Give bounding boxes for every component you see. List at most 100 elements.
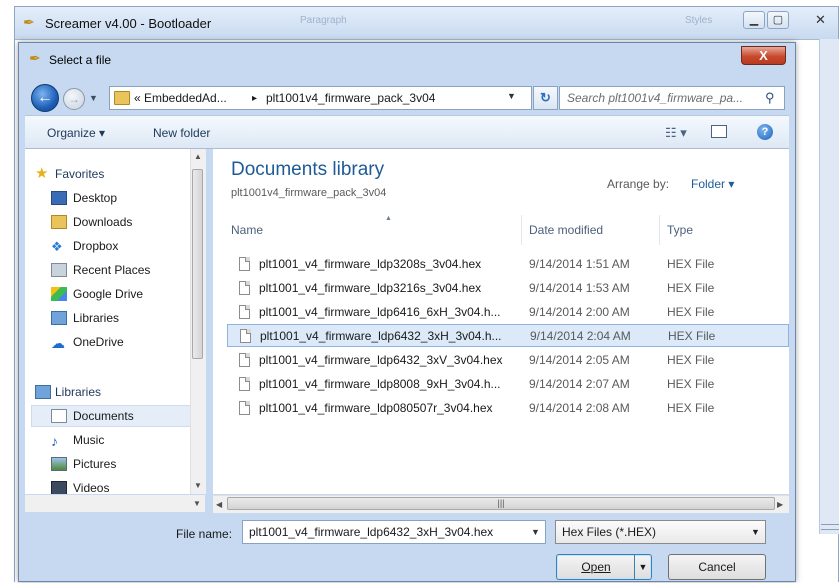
file-icon <box>240 329 251 343</box>
dialog-title: Select a file <box>49 53 112 67</box>
scroll-left-icon[interactable]: ◀ <box>216 500 222 509</box>
address-bar[interactable]: « EmbeddedAd... ▸ plt1001v4_firmware_pac… <box>109 86 532 110</box>
nav-label: Dropbox <box>73 239 119 253</box>
nav-libraries[interactable]: Libraries <box>25 381 205 403</box>
file-row[interactable]: plt1001_v4_firmware_ldp6416_6xH_3v04.h..… <box>227 301 789 324</box>
nav-item-google-drive[interactable]: Google Drive <box>25 283 205 305</box>
file-type: HEX File <box>667 281 715 295</box>
cancel-button[interactable]: Cancel <box>668 554 766 580</box>
file-type: HEX File <box>667 377 715 391</box>
divider <box>821 529 839 530</box>
breadcrumb-parent[interactable]: « EmbeddedAd... <box>134 91 227 105</box>
recent-locations-dropdown[interactable]: ▼ <box>89 93 98 103</box>
nav-item-recent-places[interactable]: Recent Places <box>25 259 205 281</box>
nav-scrollbar-thumb[interactable] <box>192 169 203 359</box>
file-row-selected[interactable]: plt1001_v4_firmware_ldp6432_3xH_3v04.h..… <box>227 324 789 347</box>
desktop-icon <box>51 191 67 205</box>
chevron-down-icon[interactable]: ▼ <box>507 91 516 101</box>
nav-item-desktop[interactable]: Desktop <box>25 187 205 209</box>
navigation-pane: ★ Favorites Desktop Downloads ❖ Dropbox … <box>25 149 206 494</box>
breadcrumb-current[interactable]: plt1001v4_firmware_pack_3v04 <box>266 91 435 105</box>
arrange-by-dropdown[interactable]: Folder ▾ <box>691 177 734 191</box>
search-icon[interactable]: ⚲ <box>765 90 775 106</box>
file-icon <box>239 353 250 367</box>
nav-item-onedrive[interactable]: ☁ OneDrive <box>25 331 205 353</box>
app-title: Screamer v4.00 - Bootloader <box>45 16 212 31</box>
nav-item-dropbox[interactable]: ❖ Dropbox <box>25 235 205 257</box>
preview-pane-icon[interactable] <box>711 125 727 138</box>
nav-item-downloads[interactable]: Downloads <box>25 211 205 233</box>
file-row[interactable]: plt1001_v4_firmware_ldp3208s_3v04.hex 9/… <box>227 253 789 276</box>
nav-item-videos[interactable]: Videos <box>25 477 205 494</box>
file-type-filter-select[interactable]: Hex Files (*.HEX) ▼ <box>555 520 766 544</box>
organize-button[interactable]: Organize ▾ <box>47 126 105 140</box>
dialog-close-button[interactable]: X <box>741 46 786 65</box>
file-date: 9/14/2014 2:05 AM <box>529 353 630 367</box>
nav-label: Downloads <box>73 215 133 229</box>
open-options-dropdown[interactable]: ▼ <box>634 555 651 579</box>
file-row[interactable]: plt1001_v4_firmware_ldp6432_3xV_3v04.hex… <box>227 349 789 372</box>
nav-label: Google Drive <box>73 287 144 301</box>
horizontal-scrollbar-thumb[interactable]: ||| <box>227 497 775 510</box>
file-row[interactable]: plt1001_v4_firmware_ldp080507r_3v04.hex … <box>227 397 789 420</box>
documents-icon <box>51 409 67 423</box>
column-divider[interactable] <box>521 215 522 245</box>
nav-label: Desktop <box>73 191 118 205</box>
file-date: 9/14/2014 2:07 AM <box>529 377 630 391</box>
scroll-down-icon[interactable]: ▼ <box>193 499 201 508</box>
change-view-icon[interactable]: ☷ ▾ <box>665 125 687 141</box>
nav-favorites[interactable]: ★ Favorites <box>25 163 205 185</box>
nav-label: Libraries <box>73 311 120 325</box>
open-button-label: Open <box>581 560 611 574</box>
scroll-up-icon[interactable]: ▲ <box>194 152 202 161</box>
file-type: HEX File <box>667 353 715 367</box>
divider <box>821 524 839 525</box>
nav-item-pictures[interactable]: Pictures <box>25 453 205 475</box>
nav-item-documents[interactable]: Documents <box>25 405 205 427</box>
file-name: plt1001_v4_firmware_ldp3208s_3v04.hex <box>259 257 482 271</box>
minimize-button[interactable]: ▁ <box>743 11 765 29</box>
app-side-panel <box>819 39 839 534</box>
nav-item-libraries-fav[interactable]: Libraries <box>25 307 205 329</box>
app-close-button[interactable]: ✕ <box>815 12 826 28</box>
file-name-input[interactable]: plt1001_v4_firmware_ldp6432_3xH_3v04.hex… <box>242 520 546 544</box>
library-subtitle: plt1001v4_firmware_pack_3v04 <box>231 187 387 199</box>
file-date: 9/14/2014 2:00 AM <box>529 305 630 319</box>
sort-ascending-icon: ▲ <box>385 215 392 222</box>
forward-arrow-icon[interactable]: → <box>63 88 85 110</box>
file-name: plt1001_v4_firmware_ldp080507r_3v04.hex <box>259 401 493 415</box>
file-date: 9/14/2014 2:08 AM <box>529 401 630 415</box>
ghost-text: Styles <box>685 15 713 26</box>
column-header-name[interactable]: Name <box>231 223 263 237</box>
file-row[interactable]: plt1001_v4_firmware_ldp8008_9xH_3v04.h..… <box>227 373 789 396</box>
back-arrow-icon[interactable]: ← <box>31 84 59 112</box>
file-date: 9/14/2014 1:51 AM <box>529 257 630 271</box>
column-header-date[interactable]: Date modified <box>529 223 603 237</box>
cloud-icon: ☁ <box>51 335 65 351</box>
nav-item-music[interactable]: ♪ Music <box>25 429 205 451</box>
new-folder-button[interactable]: New folder <box>153 126 210 140</box>
column-header-type[interactable]: Type <box>667 223 693 237</box>
help-icon[interactable]: ? <box>757 124 773 140</box>
breadcrumb-separator[interactable]: ▸ <box>252 93 257 104</box>
nav-label: Recent Places <box>73 263 151 277</box>
file-row[interactable]: plt1001_v4_firmware_ldp3216s_3v04.hex 9/… <box>227 277 789 300</box>
search-input[interactable]: Search plt1001v4_firmware_pa... ⚲ <box>559 86 785 110</box>
maximize-button[interactable]: ▢ <box>767 11 789 29</box>
nav-label: Favorites <box>55 167 105 181</box>
open-button[interactable]: Open ▼ <box>556 554 652 580</box>
chevron-down-icon[interactable]: ▼ <box>531 527 540 537</box>
nav-label: Pictures <box>73 457 117 471</box>
dropbox-icon: ❖ <box>51 239 63 254</box>
column-divider[interactable] <box>659 215 660 245</box>
scroll-down-icon[interactable]: ▼ <box>194 481 202 490</box>
chevron-down-icon[interactable]: ▼ <box>751 527 760 537</box>
app-titlebar: ✒ Screamer v4.00 - Bootloader Paragraph … <box>15 7 838 39</box>
google-drive-icon <box>51 287 67 301</box>
libraries-icon <box>51 311 67 325</box>
file-type-filter-value: Hex Files (*.HEX) <box>562 525 657 539</box>
file-icon <box>239 305 250 319</box>
scroll-right-icon[interactable]: ▶ <box>777 500 783 509</box>
refresh-icon[interactable]: ↻ <box>533 86 558 110</box>
file-date: 9/14/2014 1:53 AM <box>529 281 630 295</box>
